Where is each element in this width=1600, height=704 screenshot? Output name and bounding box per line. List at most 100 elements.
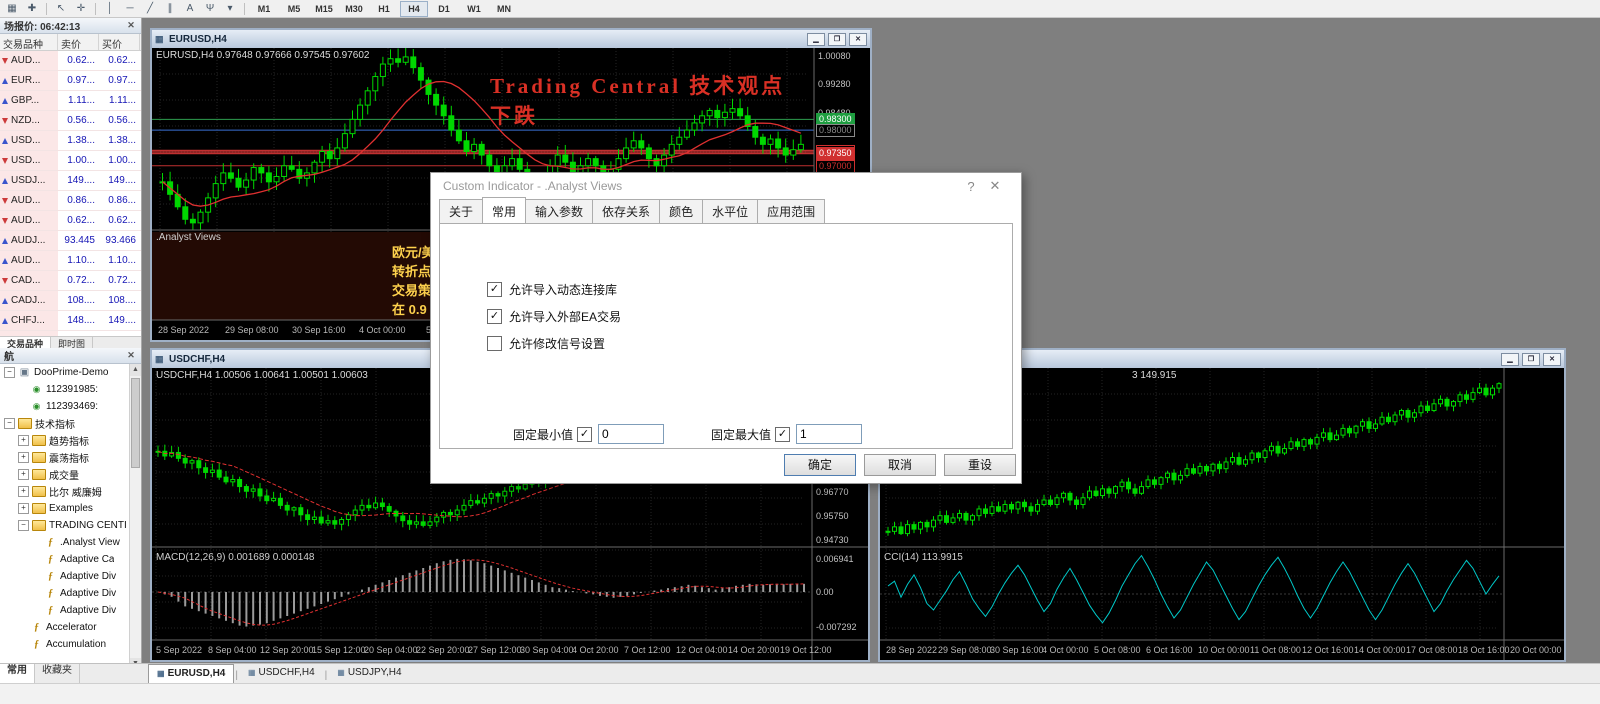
dialog-tab-7[interactable]: 应用范围 — [757, 199, 825, 223]
navigator-item[interactable]: +趋势指标 — [0, 432, 141, 449]
cancel-button[interactable]: 取消 — [864, 454, 936, 476]
close-icon[interactable]: ✕ — [125, 350, 137, 361]
market-watch-row[interactable]: EUR...0.97...0.97... — [0, 71, 141, 91]
trendline-icon[interactable]: ╱ — [141, 1, 159, 16]
navigator-item[interactable]: ◉112393469: — [0, 398, 141, 415]
chart-profiles-icon[interactable]: ✚ — [23, 1, 41, 16]
minimize-button[interactable]: ▁ — [807, 33, 825, 46]
chart-tab-1[interactable]: ▦EURUSD,H4 — [148, 664, 234, 683]
market-watch-row[interactable]: CADJ...108....108.... — [0, 291, 141, 311]
fixed-minimum-input[interactable] — [598, 424, 664, 444]
collapse-expander-icon[interactable]: − — [4, 367, 15, 378]
timeframe-button-m15[interactable]: M15 — [310, 1, 338, 17]
fixed-maximum-checkbox[interactable]: ✓ — [775, 427, 790, 442]
navigator-item[interactable]: ƒAdaptive Div — [0, 568, 141, 585]
navigator-item[interactable]: ƒAccelerator — [0, 619, 141, 636]
fixed-maximum-input[interactable] — [796, 424, 862, 444]
navigator-item[interactable]: +震荡指标 — [0, 449, 141, 466]
market-watch-list[interactable]: AUD...0.62...0.62...EUR...0.97...0.97...… — [0, 51, 141, 336]
market-watch-row[interactable]: USD...1.00...1.00... — [0, 151, 141, 171]
bottom-left-tab-1[interactable]: 常用 — [0, 664, 35, 683]
dialog-tab-3[interactable]: 输入参数 — [525, 199, 593, 223]
market-watch-row[interactable]: USDJ...149....149.... — [0, 171, 141, 191]
navigator-item[interactable]: ƒAccumulation — [0, 636, 141, 653]
collapse-expander-icon[interactable]: − — [18, 520, 29, 531]
chart-window-titlebar[interactable]: ▦ EURUSD,H4 ▁ ❐ ✕ — [152, 30, 870, 48]
dialog-tab-4[interactable]: 依存关系 — [592, 199, 660, 223]
bottom-left-tab-2[interactable]: 收藏夹 — [35, 664, 80, 683]
market-watch-row[interactable]: AUD...1.10...1.10... — [0, 251, 141, 271]
arrows-dropdown-icon[interactable]: ▾ — [221, 1, 239, 16]
expand-expander-icon[interactable]: + — [18, 452, 29, 463]
cursor-icon[interactable]: ↖ — [52, 1, 70, 16]
market-watch-row[interactable]: NZD...0.56...0.56... — [0, 111, 141, 131]
market-watch-tab-2[interactable]: 即时图 — [51, 337, 93, 348]
navigator-item[interactable]: −技术指标 — [0, 415, 141, 432]
chart-tab-2[interactable]: ▦USDCHF,H4 — [239, 663, 324, 683]
navigator-item[interactable]: +Examples — [0, 500, 141, 517]
chart-tab-3[interactable]: ▦USDJPY,H4 — [328, 663, 410, 683]
navigator-scrollbar[interactable]: ▲ ▼ — [129, 364, 141, 670]
minimize-button[interactable]: ▁ — [1501, 353, 1519, 366]
unchecked-checkbox[interactable] — [487, 336, 502, 351]
horizontal-line-icon[interactable]: ─ — [121, 1, 139, 16]
timeframe-button-m1[interactable]: M1 — [250, 1, 278, 17]
dialog-tab-6[interactable]: 水平位 — [702, 199, 758, 223]
ok-button[interactable]: 确定 — [784, 454, 856, 476]
checked-checkbox[interactable]: ✓ — [487, 282, 502, 297]
market-watch-tab-1[interactable]: 交易品种 — [0, 337, 51, 348]
timeframe-button-m30[interactable]: M30 — [340, 1, 368, 17]
timeframe-button-h4[interactable]: H4 — [400, 1, 428, 17]
dialog-tab-2[interactable]: 常用 — [482, 197, 526, 223]
market-watch-row[interactable]: EURA...1.56...1.56... — [0, 331, 141, 336]
navigator-tree[interactable]: −▣DooPrime-Demo◉112391985:◉112393469:−技术… — [0, 364, 141, 670]
pitchfork-icon[interactable]: Ψ — [201, 1, 219, 16]
navigator-item[interactable]: +比尔 威廉姆 — [0, 483, 141, 500]
new-chart-icon[interactable]: ▦ — [3, 1, 21, 16]
navigator-item[interactable]: ƒAdaptive Div — [0, 585, 141, 602]
fixed-minimum-checkbox[interactable]: ✓ — [577, 427, 592, 442]
navigator-item[interactable]: ƒAdaptive Ca — [0, 551, 141, 568]
checked-checkbox[interactable]: ✓ — [487, 309, 502, 324]
navigator-item[interactable]: −TRADING CENTI — [0, 517, 141, 534]
market-watch-row[interactable]: CHFJ...148....149.... — [0, 311, 141, 331]
market-watch-row[interactable]: AUDJ...93.44593.466 — [0, 231, 141, 251]
close-button[interactable]: ✕ — [849, 33, 867, 46]
expand-expander-icon[interactable]: + — [18, 435, 29, 446]
market-watch-row[interactable]: USD...1.38...1.38... — [0, 131, 141, 151]
maximize-button[interactable]: ❐ — [1522, 353, 1540, 366]
timeframe-button-h1[interactable]: H1 — [370, 1, 398, 17]
dialog-tab-5[interactable]: 颜色 — [659, 199, 703, 223]
vertical-line-icon[interactable]: │ — [101, 1, 119, 16]
equidistant-channel-icon[interactable]: ∥ — [161, 1, 179, 16]
market-watch-row[interactable]: GBP...1.11...1.11... — [0, 91, 141, 111]
dialog-titlebar[interactable]: Custom Indicator - .Analyst Views ? ✕ — [431, 173, 1021, 199]
timeframe-button-d1[interactable]: D1 — [430, 1, 458, 17]
expand-expander-icon[interactable]: + — [18, 469, 29, 480]
navigator-item[interactable]: ƒ.Analyst View — [0, 534, 141, 551]
timeframe-button-w1[interactable]: W1 — [460, 1, 488, 17]
help-icon[interactable]: ? — [959, 179, 983, 194]
navigator-item[interactable]: −▣DooPrime-Demo — [0, 364, 141, 381]
dialog-tab-1[interactable]: 关于 — [439, 199, 483, 223]
market-watch-row[interactable]: AUD...0.62...0.62... — [0, 51, 141, 71]
timeframe-button-m5[interactable]: M5 — [280, 1, 308, 17]
close-button[interactable]: ✕ — [1543, 353, 1561, 366]
market-watch-row[interactable]: AUD...0.62...0.62... — [0, 211, 141, 231]
navigator-item[interactable]: +成交量 — [0, 466, 141, 483]
expand-expander-icon[interactable]: + — [18, 503, 29, 514]
navigator-item[interactable]: ◉112391985: — [0, 381, 141, 398]
reset-button[interactable]: 重设 — [944, 454, 1016, 476]
close-icon[interactable]: ✕ — [983, 178, 1007, 194]
maximize-button[interactable]: ❐ — [828, 33, 846, 46]
text-label-icon[interactable]: A — [181, 1, 199, 16]
market-watch-row[interactable]: AUD...0.86...0.86... — [0, 191, 141, 211]
scroll-up-icon[interactable]: ▲ — [130, 364, 141, 376]
crosshair-icon[interactable]: ✛ — [72, 1, 90, 16]
navigator-item[interactable]: ƒAdaptive Div — [0, 602, 141, 619]
scrollbar-thumb[interactable] — [131, 378, 140, 468]
collapse-expander-icon[interactable]: − — [4, 418, 15, 429]
close-icon[interactable]: ✕ — [125, 20, 137, 31]
expand-expander-icon[interactable]: + — [18, 486, 29, 497]
market-watch-row[interactable]: CAD...0.72...0.72... — [0, 271, 141, 291]
